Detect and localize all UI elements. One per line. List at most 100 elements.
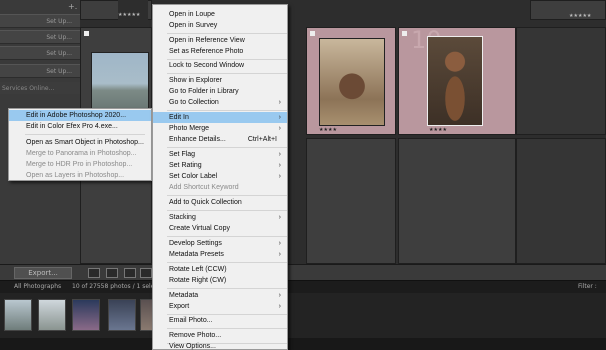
menu-item-label: Show in Explorer [169, 77, 222, 84]
menu-item-rotate-left[interactable]: Rotate Left (CCW) [153, 264, 287, 275]
setup-label[interactable]: Set Up... [46, 18, 72, 25]
menu-item-edit-in[interactable]: Edit In › [153, 112, 287, 123]
publish-service-row[interactable]: Set Up... [0, 64, 80, 78]
menu-separator [167, 262, 287, 263]
submenu-item-merge-hdr: Merge to HDR Pro in Photoshop... [26, 161, 133, 168]
filmstrip-header: All Photographs 10 of 27558 photos / 1 s… [0, 280, 606, 293]
menu-item-set-rating[interactable]: Set Rating › [153, 160, 287, 171]
menu-item-stacking[interactable]: Stacking › [153, 212, 287, 223]
pick-flag-icon[interactable] [310, 31, 315, 36]
menu-item-open-in-survey[interactable]: Open in Survey [153, 20, 287, 31]
pick-flag-icon[interactable] [84, 31, 89, 36]
menu-item-label: Photo Merge [169, 125, 210, 132]
menu-item-add-quick-collection[interactable]: Add to Quick Collection [153, 197, 287, 208]
menu-item-lock-second-window[interactable]: Lock to Second Window [153, 60, 287, 71]
menu-item-label: Set as Reference Photo [169, 48, 244, 55]
find-more-services-link[interactable]: Services Online... [0, 82, 80, 94]
compare-view-icon[interactable] [124, 268, 136, 278]
menu-item-open-reference-view[interactable]: Open in Reference View [153, 35, 287, 46]
filmstrip-thumbnail[interactable] [4, 299, 32, 331]
submenu-item-edit-photoshop[interactable]: Edit in Adobe Photoshop 2020... [9, 110, 151, 121]
submenu-arrow-icon: › [278, 99, 281, 106]
menu-item-set-flag[interactable]: Set Flag › [153, 149, 287, 160]
menu-item-label: Remove Photo... [169, 332, 222, 339]
menu-item-metadata-presets[interactable]: Metadata Presets › [153, 249, 287, 260]
publish-service-row[interactable]: Set Up... [0, 30, 80, 44]
menu-separator [167, 33, 287, 34]
grid-cell[interactable] [398, 138, 516, 264]
setup-label[interactable]: Set Up... [46, 50, 72, 57]
filmstrip-thumbnail[interactable] [38, 299, 66, 331]
add-service-button[interactable]: +. [68, 2, 77, 11]
setup-label[interactable]: Set Up... [46, 68, 72, 75]
menu-item-photo-merge[interactable]: Photo Merge › [153, 123, 287, 134]
edit-in-submenu: Edit in Adobe Photoshop 2020... Edit in … [8, 108, 152, 181]
submenu-item-smart-object[interactable]: Open as Smart Object in Photoshop... [9, 137, 151, 148]
menu-separator [167, 328, 287, 329]
bottom-bar [0, 338, 606, 350]
menu-item-metadata[interactable]: Metadata › [153, 290, 287, 301]
photo-thumbnail-boy[interactable] [427, 36, 483, 126]
rating-stars: ★★★★★ [118, 12, 141, 18]
menu-item-label: Go to Folder in Library [169, 88, 239, 95]
menu-separator [167, 147, 287, 148]
export-button[interactable]: Export... [14, 267, 72, 279]
survey-view-icon[interactable] [140, 268, 152, 278]
submenu-item-merge-panorama: Merge to Panorama in Photoshop... [26, 150, 137, 157]
menu-item-label: Metadata Presets [169, 251, 224, 258]
menu-item-label: Rotate Right (CW) [169, 277, 227, 284]
filmstrip-thumbnail[interactable] [108, 299, 136, 331]
submenu-arrow-icon: › [278, 303, 281, 310]
menu-item-label: View Options... [169, 343, 216, 350]
menu-item-go-to-collection[interactable]: Go to Collection › [153, 97, 287, 108]
menu-item-label: Open in Reference View [169, 37, 245, 44]
menu-item-set-color-label[interactable]: Set Color Label › [153, 171, 287, 182]
menu-item-enhance-details[interactable]: Enhance Details... Ctrl+Alt+I [153, 134, 287, 145]
grid-cell[interactable]: ★★★★★ [530, 0, 606, 20]
submenu-arrow-icon: › [278, 240, 281, 247]
grid-cell[interactable] [516, 138, 606, 264]
menu-item-label: Develop Settings [169, 240, 222, 247]
menu-item-create-virtual-copy[interactable]: Create Virtual Copy [153, 223, 287, 234]
menu-item-open-in-loupe[interactable]: Open in Loupe [153, 9, 287, 20]
menu-item-remove-photo[interactable]: Remove Photo... [153, 330, 287, 341]
grid-view-icon[interactable] [88, 268, 100, 278]
menu-item-export[interactable]: Export › [153, 301, 287, 312]
menu-item-label: Go to Collection [169, 99, 219, 106]
menu-item-go-to-folder[interactable]: Go to Folder in Library [153, 86, 287, 97]
loupe-view-icon[interactable] [106, 268, 118, 278]
menu-item-view-options[interactable]: View Options... [153, 341, 287, 350]
menu-item-label: Open in Loupe [169, 11, 215, 18]
submenu-arrow-icon: › [278, 151, 281, 158]
submenu-item-edit-color-efex[interactable]: Edit in Color Efex Pro 4.exe... [9, 121, 151, 132]
publish-service-row[interactable]: Set Up... [0, 14, 80, 28]
grid-cell-thumb-dark: ★★★★★ [118, 0, 148, 20]
menu-item-set-reference-photo[interactable]: Set as Reference Photo [153, 46, 287, 57]
menu-item-label: Export [169, 303, 190, 310]
shortcut-label: Ctrl+Alt+I [247, 136, 277, 143]
menu-item-label: Add Shortcut Keyword [169, 184, 239, 191]
submenu-arrow-icon: › [278, 125, 281, 132]
submenu-item-open-layers: Open as Layers in Photoshop... [26, 172, 125, 179]
menu-item-label: Set Color Label [169, 173, 218, 180]
filter-label[interactable]: Filter : [578, 283, 597, 290]
menu-separator [167, 236, 287, 237]
source-label[interactable]: All Photographs [14, 283, 61, 290]
filmstrip-thumbnail[interactable] [72, 299, 100, 331]
menu-separator [167, 73, 287, 74]
grid-cell[interactable] [516, 27, 606, 135]
menu-item-rotate-right[interactable]: Rotate Right (CW) [153, 275, 287, 286]
setup-label[interactable]: Set Up... [46, 34, 72, 41]
publish-service-row[interactable]: Set Up... [0, 46, 80, 60]
grid-cell-selected[interactable]: ★★★★ [306, 27, 396, 135]
menu-item-label: Rotate Left (CCW) [169, 266, 227, 273]
pick-flag-icon[interactable] [402, 31, 407, 36]
grid-cell[interactable] [306, 138, 396, 264]
menu-item-develop-settings[interactable]: Develop Settings › [153, 238, 287, 249]
menu-item-label: Email Photo... [169, 317, 213, 324]
photo-thumbnail-motorcycle[interactable] [319, 38, 385, 126]
menu-separator [167, 288, 287, 289]
grid-cell-selected[interactable]: 10 ★★★★ [398, 26, 516, 135]
menu-item-show-in-explorer[interactable]: Show in Explorer [153, 75, 287, 86]
menu-item-email-photo[interactable]: Email Photo... [153, 315, 287, 326]
